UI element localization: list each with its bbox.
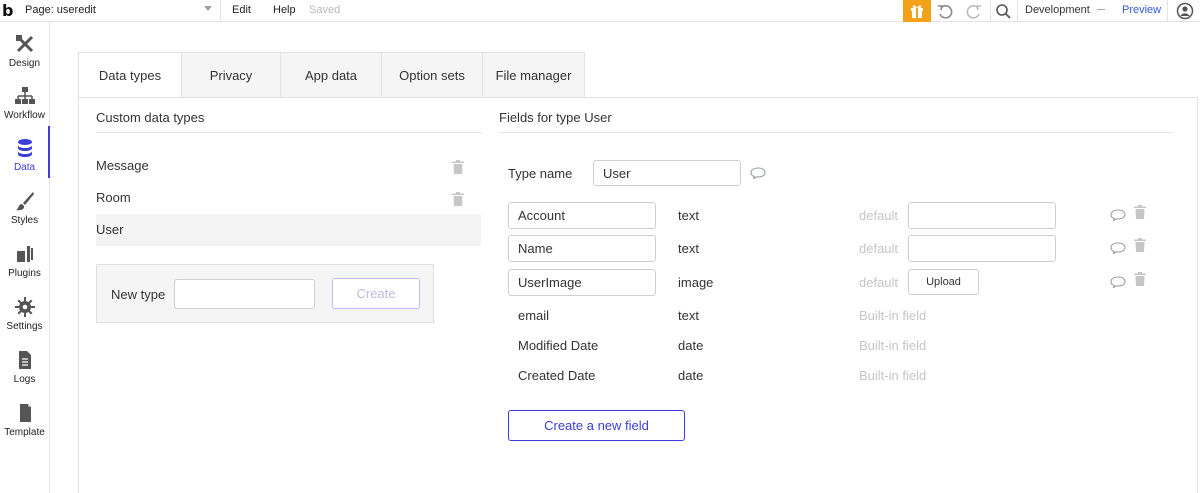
type-name-input[interactable] — [593, 160, 741, 186]
gift-icon — [911, 5, 923, 18]
template-icon — [20, 404, 31, 422]
fields-title: Fields for type User — [499, 110, 612, 125]
delete-type-trash-icon[interactable] — [452, 192, 464, 206]
tab-option-sets[interactable]: Option sets — [382, 52, 483, 98]
sidebar-item-label: Settings — [6, 321, 43, 332]
default-value-input[interactable] — [908, 235, 1056, 262]
gear-icon — [15, 297, 35, 317]
logs-icon — [19, 351, 31, 369]
divider — [499, 132, 1173, 133]
comment-icon[interactable] — [1110, 242, 1126, 254]
divider — [96, 132, 482, 133]
divider — [990, 0, 991, 22]
builtin-field-type: text — [678, 308, 699, 323]
upload-button[interactable]: Upload — [908, 269, 979, 295]
account-icon[interactable] — [1176, 2, 1194, 20]
builtin-field-note: Built-in field — [859, 308, 927, 323]
plugin-icon — [17, 246, 33, 262]
field-type: text — [678, 208, 699, 223]
field-type: text — [678, 241, 699, 256]
delete-field-trash-icon[interactable] — [1134, 205, 1146, 219]
tab-file-manager[interactable]: File manager — [483, 52, 585, 98]
save-status: Saved — [309, 4, 341, 16]
default-label: default — [859, 241, 899, 256]
builtin-field-name: Created Date — [518, 368, 596, 383]
tab-data-types[interactable]: Data types — [78, 52, 182, 98]
data-type-row[interactable]: Message — [96, 150, 481, 182]
redo-icon[interactable] — [965, 2, 983, 20]
field-name-input[interactable] — [508, 235, 656, 262]
data-type-name: Message — [96, 158, 149, 173]
builtin-field-note: Built-in field — [859, 368, 927, 383]
type-name-label: Type name — [508, 166, 573, 181]
database-icon — [18, 139, 32, 157]
sidebar-item-label: Workflow — [4, 110, 45, 121]
sidebar-item-design[interactable]: Design — [0, 22, 50, 74]
sidebar-item-styles[interactable]: Styles — [0, 179, 50, 231]
page-selector[interactable]: Page: useredit — [25, 4, 96, 16]
brush-icon — [16, 192, 34, 211]
new-type-form: New type Create — [96, 264, 434, 323]
left-sidebar: Design Workflow Data Styles Plugins Sett… — [0, 22, 50, 493]
data-type-name: Room — [96, 190, 131, 205]
sidebar-item-label: Design — [8, 58, 41, 69]
divider — [220, 0, 221, 22]
sidebar-item-workflow[interactable]: Workflow — [0, 74, 50, 126]
sidebar-item-data[interactable]: Data — [0, 126, 50, 178]
builtin-field-name: email — [518, 308, 550, 323]
design-icon — [16, 35, 34, 53]
custom-types-title: Custom data types — [96, 110, 205, 125]
create-type-button[interactable]: Create — [332, 278, 420, 309]
preview-link[interactable]: Preview — [1122, 4, 1161, 16]
divider — [1167, 0, 1168, 22]
builtin-field-name: Modified Date — [518, 338, 599, 353]
workflow-icon — [15, 87, 35, 104]
environment-selector[interactable]: Development — [1025, 4, 1090, 16]
default-value-input[interactable] — [908, 202, 1056, 229]
environment-dropdown-icon[interactable] — [1097, 9, 1105, 10]
sidebar-item-label: Data — [13, 162, 36, 173]
undo-icon[interactable] — [936, 2, 954, 20]
bubble-logo[interactable]: b — [2, 1, 13, 20]
create-new-field-button[interactable]: Create a new field — [508, 410, 685, 441]
new-type-input[interactable] — [174, 279, 315, 309]
sidebar-item-template[interactable]: Template — [0, 391, 50, 443]
sidebar-item-logs[interactable]: Logs — [0, 338, 50, 390]
sidebar-item-label: Plugins — [8, 268, 41, 279]
tab-app-data[interactable]: App data — [281, 52, 382, 98]
delete-type-trash-icon[interactable] — [452, 160, 464, 174]
field-name-input[interactable] — [508, 269, 656, 296]
builtin-field-type: date — [678, 368, 704, 383]
comment-icon[interactable] — [750, 167, 766, 179]
divider — [1017, 0, 1018, 22]
default-label: default — [859, 208, 899, 223]
sidebar-item-label: Styles — [10, 215, 39, 226]
tab-privacy[interactable]: Privacy — [182, 52, 281, 98]
sidebar-item-plugins[interactable]: Plugins — [0, 232, 50, 284]
delete-field-trash-icon[interactable] — [1134, 272, 1146, 286]
data-type-row[interactable]: Room — [96, 182, 481, 214]
comment-icon[interactable] — [1110, 276, 1126, 288]
default-label: default — [859, 275, 899, 290]
sidebar-item-settings[interactable]: Settings — [0, 285, 50, 337]
edit-menu[interactable]: Edit — [232, 4, 251, 16]
new-type-label: New type — [111, 287, 166, 302]
comment-icon[interactable] — [1110, 209, 1126, 221]
data-type-row-selected[interactable]: User — [96, 214, 481, 246]
top-bar: b Page: useredit Edit Help Saved Develop… — [0, 0, 1200, 22]
builtin-field-type: date — [678, 338, 704, 353]
data-type-name: User — [96, 222, 124, 237]
field-type: image — [678, 275, 714, 290]
delete-field-trash-icon[interactable] — [1134, 238, 1146, 252]
sidebar-item-label: Template — [4, 427, 45, 438]
search-icon[interactable] — [994, 2, 1012, 20]
sidebar-item-label: Logs — [13, 374, 36, 385]
page-dropdown-icon[interactable] — [204, 6, 212, 11]
field-name-input[interactable] — [508, 202, 656, 229]
help-menu[interactable]: Help — [273, 4, 296, 16]
gift-button[interactable] — [903, 0, 931, 22]
builtin-field-note: Built-in field — [859, 338, 927, 353]
